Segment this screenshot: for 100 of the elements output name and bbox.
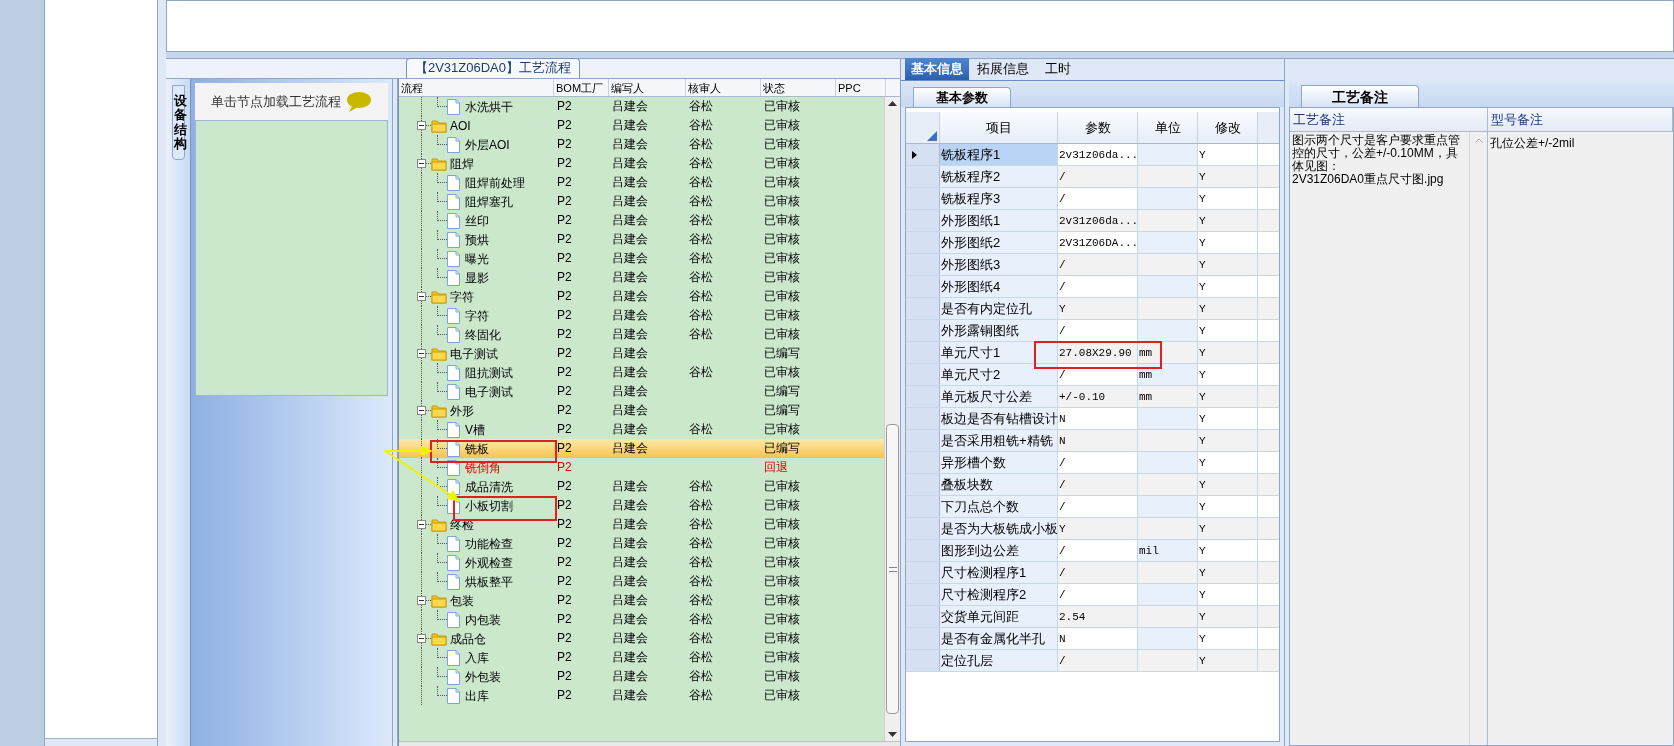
tree-node-label[interactable]: 出库 [465, 686, 489, 705]
table-cell: 已审核 [764, 574, 800, 588]
scroll-up-icon[interactable] [888, 101, 897, 106]
corner-triangle-icon[interactable] [927, 131, 937, 141]
row-label: 是否采用粗铣+精铣 [940, 430, 1058, 451]
tree-node-label[interactable]: 外观检查 [465, 553, 513, 572]
column-header[interactable]: 核审人 [686, 79, 761, 96]
table-cell: 吕建会 [612, 232, 648, 246]
table-cell: Y [1198, 364, 1258, 385]
tree-node-label[interactable]: 显影 [465, 268, 489, 287]
tree-node-label[interactable]: 预烘 [465, 230, 489, 249]
nav-bar[interactable] [44, 738, 158, 746]
tree-node-label[interactable]: 字符 [450, 287, 474, 306]
tree-node-label[interactable]: 终固化 [465, 325, 501, 344]
tree-node-label[interactable]: 阻焊前处理 [465, 173, 525, 192]
table-cell: mm [1138, 364, 1198, 385]
table-cell: 谷松 [689, 251, 713, 265]
column-header [1258, 112, 1279, 143]
tree-node-label[interactable]: 功能检查 [465, 534, 513, 553]
row-label: 单元尺寸2 [940, 364, 1058, 385]
column-header[interactable]: 工艺备注 [1290, 108, 1488, 131]
collapse-icon[interactable] [417, 292, 426, 301]
tree-node-label[interactable]: 成品清洗 [465, 477, 513, 496]
document-icon [447, 193, 460, 210]
tree-node-label[interactable]: 字符 [465, 306, 489, 325]
tree-node-label[interactable]: 外包装 [465, 667, 501, 686]
table-cell: 吕建会 [612, 555, 648, 569]
tab[interactable]: 拓展信息 [969, 58, 1037, 80]
table-cell: 回退 [764, 460, 788, 474]
document-icon [447, 250, 460, 267]
tree-node-label[interactable]: 入库 [465, 648, 489, 667]
column-header[interactable]: 项目 [940, 112, 1058, 143]
table-cell: 谷松 [689, 612, 713, 626]
column-header[interactable]: PPC [836, 79, 886, 96]
process-note[interactable]: 图示两个尺寸是客户要求重点管控的尺寸，公差+/-0.10MM，具体见图： 2V31Z06DA0重点尺寸图.jpg [1290, 132, 1470, 745]
table-cell [1258, 254, 1279, 275]
side-tab[interactable]: 设备结构 [171, 85, 185, 161]
collapse-icon[interactable] [417, 406, 426, 415]
section-tab[interactable]: 基本参数 [913, 87, 1011, 107]
table-cell: 谷松 [689, 118, 713, 132]
scroll-thumb[interactable] [886, 424, 899, 714]
tree-node-label[interactable]: 外形 [450, 401, 474, 420]
table-cell: Y [1198, 320, 1258, 341]
tree-node-label[interactable]: 水洗烘干 [465, 97, 513, 116]
document-icon [447, 174, 460, 191]
column-header[interactable]: 单位 [1138, 112, 1198, 143]
collapse-icon[interactable] [417, 121, 426, 130]
tree-node-label[interactable]: 阻抗测试 [465, 363, 513, 382]
document-icon [447, 611, 460, 628]
row-header[interactable] [906, 144, 940, 165]
column-header[interactable]: 参数 [1058, 112, 1138, 143]
table-cell: 吕建会 [612, 156, 648, 170]
row-label: 单元尺寸1 [940, 342, 1058, 363]
section-tab[interactable]: 工艺备注 [1301, 85, 1419, 107]
tree-node-label[interactable]: 曝光 [465, 249, 489, 268]
tree-node-label[interactable]: 丝印 [465, 211, 489, 230]
tree-node-label[interactable]: 外层AOI [465, 135, 510, 154]
splitter-bar[interactable] [166, 52, 1674, 59]
collapse-icon[interactable] [417, 159, 426, 168]
table-cell: 已审核 [764, 308, 800, 322]
tree-node-label[interactable]: AOI [450, 116, 471, 135]
column-header[interactable]: 编写人 [609, 79, 686, 96]
horizontal-scrollbar[interactable] [399, 741, 900, 746]
scroll-down-icon[interactable] [888, 732, 897, 737]
document-icon [447, 326, 460, 343]
tab[interactable]: 基本信息 [905, 58, 969, 80]
table-cell: 已审核 [764, 99, 800, 113]
tree-node-label[interactable]: V槽 [465, 420, 485, 439]
table-cell: 谷松 [689, 365, 713, 379]
collapse-icon[interactable] [417, 634, 426, 643]
column-header[interactable]: 流程 [399, 79, 554, 96]
tab[interactable]: 工时 [1037, 58, 1079, 80]
column-header[interactable]: 型号备注 [1488, 108, 1673, 131]
collapse-icon[interactable] [417, 520, 426, 529]
tree-node-label[interactable]: 小板切割 [465, 496, 513, 515]
tree-node-label[interactable]: 包装 [450, 591, 474, 610]
table-cell: Y [1198, 298, 1258, 319]
table-cell: 谷松 [689, 593, 713, 607]
tree-node-label[interactable]: 成品仓 [450, 629, 486, 648]
corner-header[interactable] [906, 112, 940, 143]
tree-node-label[interactable]: 铣板 [465, 439, 489, 458]
column-header[interactable]: 状态 [761, 79, 836, 96]
tree-node-label[interactable]: 阻焊塞孔 [465, 192, 513, 211]
document-icon [447, 535, 460, 552]
collapse-icon[interactable] [417, 596, 426, 605]
tree-node-label[interactable]: 铣倒角 [465, 458, 501, 477]
tree-node-label[interactable]: 电子测试 [465, 382, 513, 401]
table-cell: 谷松 [689, 308, 713, 322]
collapse-icon[interactable] [417, 349, 426, 358]
hint-text: 单击节点加载工艺流程 [211, 92, 341, 111]
row-label: 外形露铜图纸 [940, 320, 1058, 341]
tree-node-label[interactable]: 电子测试 [450, 344, 498, 363]
tree-node-label[interactable]: 阻焊 [450, 154, 474, 173]
scrollbar[interactable] [884, 97, 900, 741]
tree-node-label[interactable]: 烘板整平 [465, 572, 513, 591]
tree-node-label[interactable]: 内包装 [465, 610, 501, 629]
model-note[interactable]: 孔位公差+/-2mil [1488, 132, 1673, 745]
column-header[interactable]: 修改 [1198, 112, 1258, 143]
table-cell: 谷松 [689, 327, 713, 341]
column-header[interactable]: BOM工厂 [554, 79, 609, 96]
